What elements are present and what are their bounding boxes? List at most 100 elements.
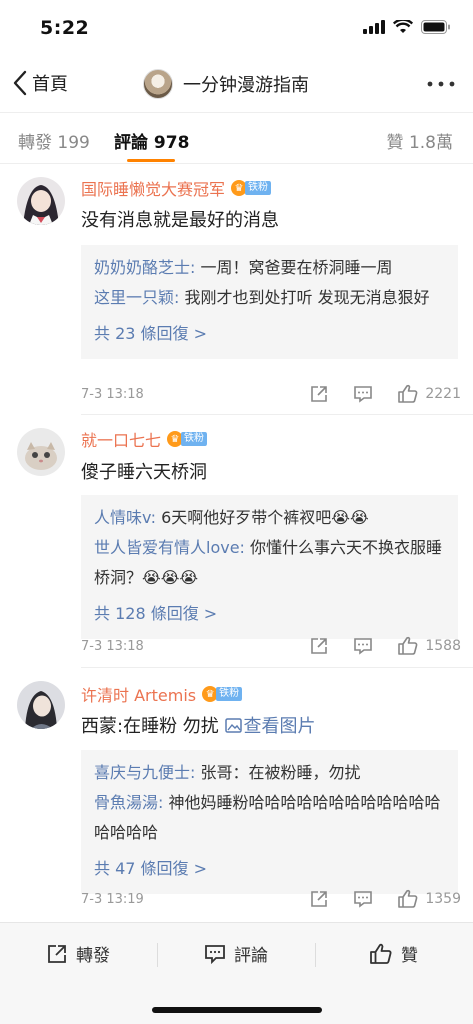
comment-text: 傻子睡六天桥洞 bbox=[81, 462, 207, 483]
like-button[interactable]: 2221 bbox=[397, 384, 461, 404]
commenter-name[interactable]: 许清时 Artemis bbox=[81, 682, 196, 706]
back-button[interactable]: 首頁 bbox=[12, 70, 68, 96]
comment-time: 7-3 13:19 bbox=[81, 892, 144, 907]
reply-user[interactable]: 奶奶奶酪芝士: bbox=[94, 258, 195, 277]
like-label: 贊 bbox=[401, 946, 418, 966]
like-button[interactable]: 1588 bbox=[397, 636, 461, 656]
avatar-kitten-icon bbox=[17, 428, 65, 476]
battery-icon bbox=[421, 20, 450, 34]
reply-user[interactable]: 这里一只颖: bbox=[94, 288, 179, 307]
more-replies-link[interactable]: 共 47 條回復 > bbox=[94, 854, 207, 884]
thumbs-up-icon bbox=[398, 889, 418, 908]
like-count: 1588 bbox=[425, 638, 461, 654]
fan-badge: ♛ 铁粉 bbox=[167, 431, 208, 447]
comment-time: 7-3 13:18 bbox=[81, 387, 144, 402]
badge-label: 铁粉 bbox=[181, 432, 208, 446]
reply-preview[interactable]: 人情味v: 6天啊他好歹带个裤衩吧😭😭 世人皆爱有情人love: 你懂什么事六天… bbox=[81, 495, 458, 639]
thumbs-up-icon bbox=[370, 943, 392, 964]
thumbs-up-icon bbox=[398, 384, 418, 403]
view-image-label: 查看图片 bbox=[243, 716, 316, 737]
reply-user[interactable]: 骨魚湯湯: bbox=[94, 793, 163, 812]
divider bbox=[81, 667, 473, 668]
like-count: 2221 bbox=[425, 386, 461, 402]
nav-bar: 首頁 一分钟漫游指南 bbox=[0, 58, 473, 112]
reply-text: 张哥：在被粉睡，勿扰 bbox=[195, 763, 361, 782]
comment-footer: 7-3 13:18 1588 bbox=[81, 636, 461, 660]
reply-preview[interactable]: 奶奶奶酪芝士: 一周！窝爸要在桥洞睡一周 这里一只颖: 我刚才也到处打听 发现无… bbox=[81, 245, 458, 359]
comment-button[interactable]: 評論 bbox=[204, 941, 268, 966]
repost-button[interactable]: 轉發 bbox=[46, 941, 110, 966]
repost-label: 轉發 bbox=[76, 946, 110, 966]
comment-time: 7-3 13:18 bbox=[81, 639, 144, 654]
chevron-left-icon bbox=[13, 70, 27, 96]
commenter-avatar[interactable] bbox=[17, 428, 65, 476]
nav-title-group[interactable]: 一分钟漫游指南 bbox=[143, 69, 309, 99]
tab-repost[interactable]: 轉發 199 bbox=[18, 128, 90, 153]
status-icons bbox=[363, 20, 451, 34]
commenter-name[interactable]: 就一口七七 bbox=[81, 427, 161, 451]
toolbar-divider bbox=[157, 943, 158, 967]
bottom-toolbar: 轉發 評論 贊 bbox=[0, 922, 473, 1024]
fan-badge: ♛ 铁粉 bbox=[202, 686, 243, 702]
comment-text-body: 西蒙:在睡粉 勿扰 bbox=[81, 716, 225, 737]
reply-icon[interactable] bbox=[353, 384, 373, 404]
reply-user[interactable]: 人情味v: bbox=[94, 508, 156, 527]
image-icon bbox=[224, 718, 242, 733]
share-icon[interactable] bbox=[309, 636, 329, 656]
reply-line: 人情味v: 6天啊他好歹带个裤衩吧😭😭 bbox=[94, 503, 445, 533]
comment-header: 就一口七七 ♛ 铁粉 bbox=[81, 427, 208, 451]
commenter-avatar[interactable] bbox=[17, 177, 65, 225]
share-icon bbox=[48, 944, 66, 963]
reply-icon[interactable] bbox=[353, 889, 373, 909]
status-time: 5:22 bbox=[40, 17, 90, 39]
reply-line: 骨魚湯湯: 神他妈睡粉哈哈哈哈哈哈哈哈哈哈哈哈哈哈哈哈 bbox=[94, 788, 445, 848]
tab-likes[interactable]: 贊 1.8萬 bbox=[387, 128, 453, 153]
like-button[interactable]: 1359 bbox=[397, 889, 461, 909]
reply-text: 一周！窝爸要在桥洞睡一周 bbox=[195, 258, 393, 277]
back-label: 首頁 bbox=[32, 74, 68, 95]
fan-badge: ♛ 铁粉 bbox=[231, 180, 272, 196]
reply-preview[interactable]: 喜庆与九便士: 张哥：在被粉睡，勿扰 骨魚湯湯: 神他妈睡粉哈哈哈哈哈哈哈哈哈哈… bbox=[81, 750, 458, 894]
share-icon[interactable] bbox=[309, 384, 329, 404]
commenter-avatar[interactable] bbox=[17, 681, 65, 729]
comment-icon bbox=[205, 944, 225, 964]
author-avatar[interactable] bbox=[143, 69, 173, 99]
active-tab-indicator bbox=[127, 159, 175, 162]
reply-user[interactable]: 世人皆爱有情人love: bbox=[94, 538, 245, 557]
tab-comments[interactable]: 評論 978 bbox=[114, 128, 189, 153]
home-indicator[interactable] bbox=[152, 1007, 322, 1013]
wifi-icon bbox=[393, 20, 413, 33]
commenter-name[interactable]: 国际睡懒觉大赛冠军 bbox=[81, 176, 225, 200]
comment-item: 国际睡懒觉大赛冠军 ♛ 铁粉 没有消息就是最好的消息 奶奶奶酪芝士: 一周！窝爸… bbox=[0, 165, 473, 415]
page-title: 一分钟漫游指南 bbox=[183, 75, 309, 96]
comment-text: 西蒙:在睡粉 勿扰 查看图片 bbox=[81, 712, 316, 738]
avatar-girl-icon bbox=[17, 177, 65, 225]
comment-header: 国际睡懒觉大赛冠军 ♛ 铁粉 bbox=[81, 176, 272, 200]
reply-icon[interactable] bbox=[353, 636, 373, 656]
reply-user[interactable]: 喜庆与九便士: bbox=[94, 763, 195, 782]
signal-icon bbox=[363, 20, 385, 34]
thumbs-up-icon bbox=[398, 636, 418, 655]
badge-label: 铁粉 bbox=[245, 181, 272, 195]
comment-text: 没有消息就是最好的消息 bbox=[81, 210, 279, 231]
reply-text: 我刚才也到处打听 发现无消息狠好 bbox=[179, 288, 430, 307]
comment-header: 许清时 Artemis ♛ 铁粉 bbox=[81, 682, 243, 706]
reply-line: 喜庆与九便士: 张哥：在被粉睡，勿扰 bbox=[94, 758, 445, 788]
reply-line: 奶奶奶酪芝士: 一周！窝爸要在桥洞睡一周 bbox=[94, 253, 445, 283]
more-replies-link[interactable]: 共 23 條回復 > bbox=[94, 319, 207, 349]
comment-footer: 7-3 13:18 2221 bbox=[81, 384, 461, 408]
reply-text: 6天啊他好歹带个裤衩吧😭😭 bbox=[156, 508, 369, 527]
status-bar: 5:22 bbox=[0, 0, 473, 58]
tab-bar: 轉發 199 評論 978 贊 1.8萬 bbox=[0, 112, 473, 164]
like-post-button[interactable]: 贊 bbox=[369, 941, 418, 966]
share-icon[interactable] bbox=[309, 889, 329, 909]
avatar-portrait-icon bbox=[17, 681, 65, 729]
divider bbox=[81, 414, 473, 415]
like-count: 1359 bbox=[425, 891, 461, 907]
comment-item: 许清时 Artemis ♛ 铁粉 西蒙:在睡粉 勿扰 查看图片 喜庆与九便士: … bbox=[0, 669, 473, 921]
more-replies-link[interactable]: 共 128 條回復 > bbox=[94, 599, 217, 629]
view-image-link[interactable]: 查看图片 bbox=[224, 716, 316, 737]
badge-label: 铁粉 bbox=[216, 687, 243, 701]
more-icon[interactable] bbox=[425, 74, 457, 94]
toolbar-divider bbox=[315, 943, 316, 967]
